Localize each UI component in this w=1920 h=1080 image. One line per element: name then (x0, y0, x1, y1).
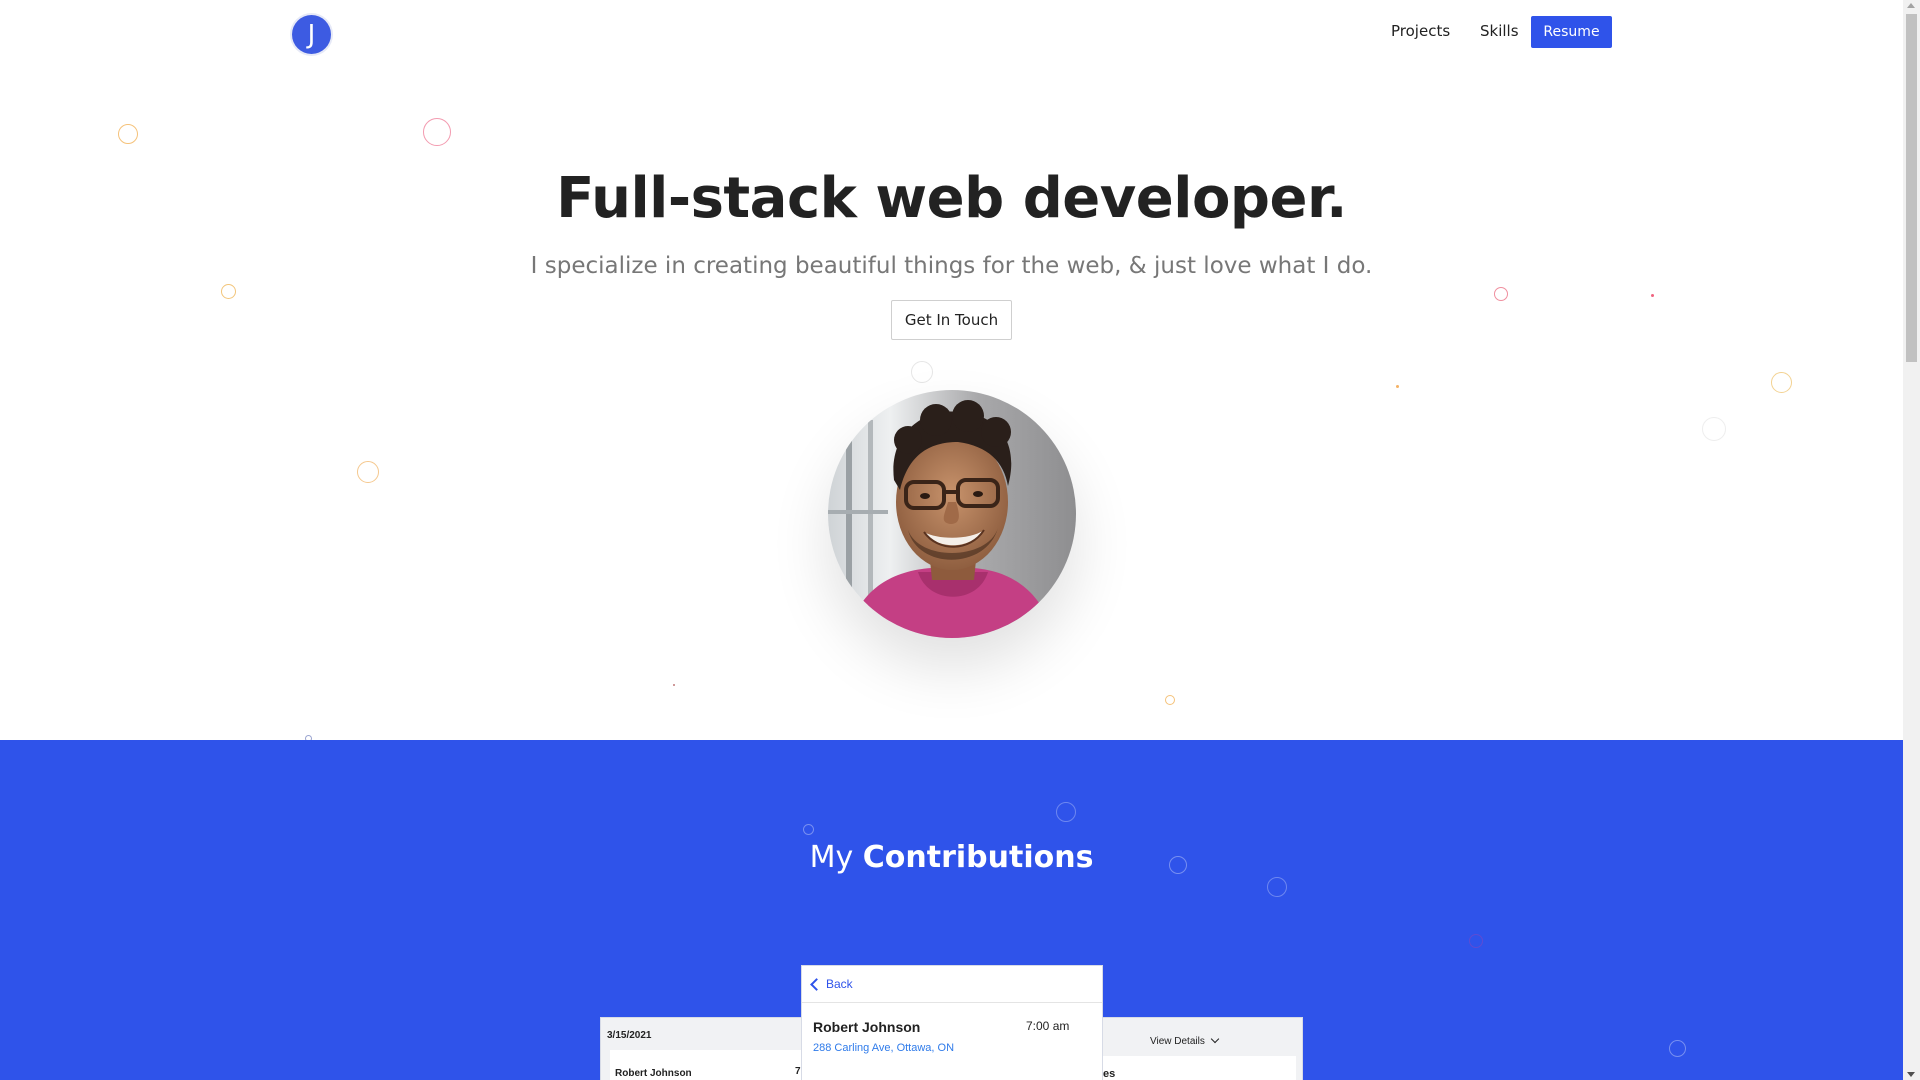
view-details-text: View Details (1150, 1036, 1205, 1047)
contributions-section: My Contributions 3/15/2021 Robert Johnso… (0, 740, 1903, 1080)
contributions-title-prefix: My (809, 840, 854, 875)
contributions-title-strong: Contributions (862, 840, 1094, 875)
decorative-circle (1267, 877, 1287, 897)
nav-link-projects[interactable]: Projects (1391, 22, 1450, 40)
decorative-circle (1396, 385, 1399, 388)
page: J Projects Skills Resume Full-stack web … (0, 0, 1903, 1080)
chevron-down-icon (1210, 1034, 1219, 1044)
nav-link-skills[interactable]: Skills (1480, 22, 1519, 40)
decorative-circle (803, 824, 814, 835)
back-label: Back (826, 977, 853, 991)
scrollbar[interactable] (1903, 0, 1920, 1080)
decorative-circle (673, 684, 675, 686)
details-panel (1100, 1056, 1296, 1080)
project-screenshot-left[interactable]: 3/15/2021 Robert Johnson 7 (601, 1018, 803, 1080)
schedule-date: 3/15/2021 (607, 1030, 652, 1041)
client-name: Robert Johnson (813, 1019, 921, 1035)
profile-photo-graphic (828, 390, 1076, 638)
back-link[interactable]: Back (802, 966, 1102, 1003)
logo[interactable]: J (292, 15, 331, 54)
decorative-circle (357, 461, 379, 483)
decorative-circle (1651, 294, 1654, 297)
decorative-circle (1702, 417, 1726, 441)
decorative-circle (1469, 934, 1483, 948)
resume-button[interactable]: Resume (1531, 16, 1612, 48)
schedule-value: 7 (795, 1066, 801, 1077)
decorative-circle (1771, 372, 1792, 393)
hero-title: Full-stack web developer. (556, 166, 1347, 231)
decorative-circle (911, 361, 933, 383)
decorative-circle (1056, 802, 1076, 822)
client-address[interactable]: 288 Carling Ave, Ottawa, ON (813, 1042, 954, 1054)
schedule-name: Robert Johnson (615, 1068, 692, 1079)
scrollbar-thumb[interactable] (1906, 14, 1917, 362)
scroll-down-arrow-icon[interactable] (1907, 1072, 1915, 1077)
decorative-circle (423, 118, 451, 146)
project-screenshot-right[interactable]: View Details ies (1100, 1018, 1302, 1080)
appointment-time: 7:00 am (1026, 1019, 1070, 1033)
get-in-touch-button[interactable]: Get In Touch (891, 300, 1012, 340)
decorative-circle (1165, 695, 1175, 705)
decorative-circle (118, 124, 138, 144)
profile-photo (828, 390, 1076, 638)
decorative-circle (1494, 287, 1508, 301)
view-details-label: View Details (1150, 1034, 1219, 1047)
decorative-circle (221, 284, 236, 299)
project-screenshot-center[interactable]: Back Robert Johnson 7:00 am 288 Carling … (802, 966, 1102, 1080)
decorative-circle (1669, 1040, 1686, 1057)
scroll-up-arrow-icon[interactable] (1907, 3, 1915, 8)
contributions-title: My Contributions (0, 840, 1903, 875)
details-partial-text: ies (1100, 1068, 1116, 1080)
logo-letter: J (307, 19, 316, 50)
hero-subtitle: I specialize in creating beautiful thing… (530, 253, 1373, 279)
chevron-left-icon (810, 977, 823, 991)
